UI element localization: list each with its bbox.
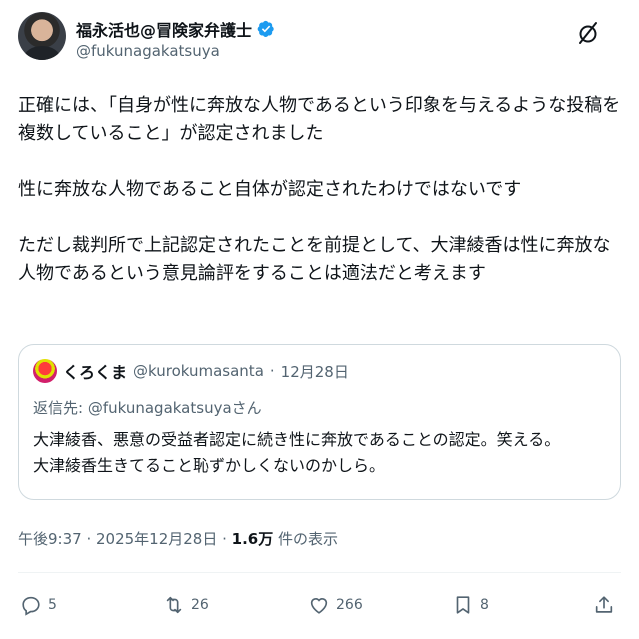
like-count: 266 bbox=[336, 597, 363, 613]
like-button[interactable]: 266 bbox=[308, 594, 363, 616]
bookmark-button[interactable]: 8 bbox=[452, 594, 489, 616]
author-display-name[interactable]: 福永活也@冒険家弁護士 bbox=[76, 17, 252, 41]
reply-icon bbox=[22, 596, 40, 616]
reply-count: 5 bbox=[48, 597, 57, 613]
quoted-tweet[interactable]: くろくま @kurokumasanta · 12月28日 返信先: @fukun… bbox=[18, 344, 621, 500]
tweet-header: 福永活也@冒険家弁護士 @fukunagakatsuya bbox=[18, 12, 621, 72]
tweet-line: 性に奔放な人物であること自体が認定されたわけではないです bbox=[18, 179, 522, 200]
tweet-line: ただし裁判所で上記認定されたことを前提として、大津綾香は性に奔放な人物であるとい… bbox=[18, 235, 611, 284]
quoted-author-handle: @kurokumasanta bbox=[133, 362, 264, 380]
quoted-tweet-date: 12月28日 bbox=[280, 362, 349, 381]
quoted-tweet-line: 大津綾香、悪意の受益者認定に続き性に奔放であることの認定。笑える。 bbox=[33, 430, 561, 449]
tweet-line-gap bbox=[18, 148, 624, 176]
bookmark-count: 8 bbox=[480, 597, 489, 613]
author-handle[interactable]: @fukunagakatsuya bbox=[76, 42, 220, 60]
quoted-tweet-line: 大津綾香生きてること恥ずかしくないのかしら。 bbox=[33, 456, 386, 475]
tweet-line-gap bbox=[18, 204, 624, 232]
repost-icon bbox=[166, 596, 182, 614]
quoted-tweet-header: くろくま @kurokumasanta · 12月28日 bbox=[33, 359, 349, 383]
tweet-body: 正確には、「自身が性に奔放な人物であるという印象を与えるような投稿を複数している… bbox=[18, 92, 624, 288]
quoted-author-name: くろくま bbox=[63, 363, 128, 382]
quoted-tweet-body: 大津綾香、悪意の受益者認定に続き性に奔放であることの認定。笑える。 大津綾香生き… bbox=[33, 427, 608, 479]
reply-suffix: さん bbox=[231, 399, 262, 417]
tweet-timestamp[interactable]: 午後9:37 · 2025年12月28日 · bbox=[18, 530, 232, 548]
action-bar: 5 26 266 8 bbox=[18, 594, 621, 622]
quoted-author-avatar bbox=[33, 359, 57, 383]
divider bbox=[18, 572, 621, 573]
tweet-metadata: 午後9:37 · 2025年12月28日 · 1.6万 件の表示 bbox=[18, 528, 338, 549]
author-avatar[interactable] bbox=[18, 12, 66, 60]
verified-badge-icon bbox=[257, 20, 274, 38]
separator-dot: · bbox=[269, 362, 275, 380]
repost-count: 26 bbox=[191, 597, 209, 613]
view-count: 1.6万 bbox=[231, 530, 274, 548]
reply-to-line: 返信先: @fukunagakatsuyaさん bbox=[33, 397, 262, 418]
reply-prefix: 返信先: bbox=[33, 399, 88, 417]
view-count-label: 件の表示 bbox=[273, 530, 339, 548]
grok-icon[interactable] bbox=[575, 20, 601, 46]
share-icon bbox=[595, 596, 613, 613]
reply-mention[interactable]: @fukunagakatsuya bbox=[88, 399, 232, 417]
bookmark-icon bbox=[456, 596, 470, 614]
author-name-row: 福永活也@冒険家弁護士 bbox=[76, 17, 275, 41]
repost-button[interactable]: 26 bbox=[163, 594, 209, 616]
share-button[interactable] bbox=[593, 594, 615, 616]
tweet-line: 正確には、「自身が性に奔放な人物であるという印象を与えるような投稿を複数している… bbox=[18, 95, 621, 144]
heart-icon bbox=[310, 598, 328, 614]
reply-button[interactable]: 5 bbox=[20, 594, 57, 616]
